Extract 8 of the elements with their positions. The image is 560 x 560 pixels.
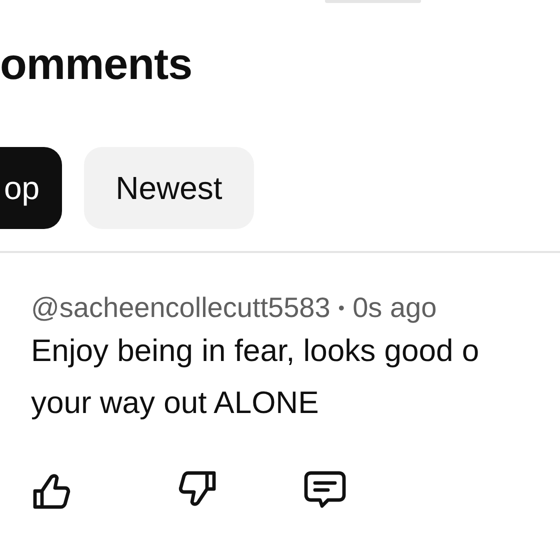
- comment-text: your way out ALONE: [31, 384, 320, 422]
- comment-text: Enjoy being in fear, looks good o: [31, 332, 480, 370]
- sort-chip[interactable]: op: [0, 147, 62, 229]
- separator-dot: •: [338, 297, 345, 320]
- comment-author[interactable]: @sacheencollecutt5583: [31, 291, 330, 325]
- comment-time: 0s ago: [352, 291, 437, 325]
- section-title: omments: [0, 39, 194, 91]
- sort-chip[interactable]: Newest: [84, 147, 254, 229]
